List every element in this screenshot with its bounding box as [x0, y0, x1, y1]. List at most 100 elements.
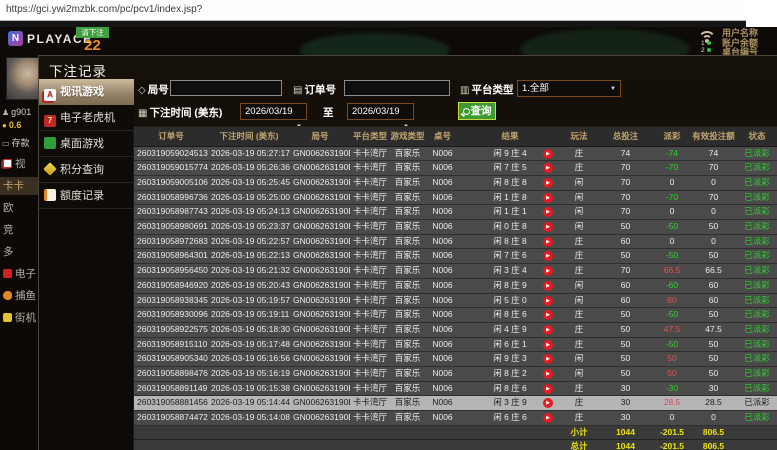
sidebar-item[interactable]: 视	[0, 155, 38, 173]
cell-status: 已派彩	[736, 366, 777, 382]
table-row[interactable]: 260319058964301 2026-03-19 05:22:13 GN0062…	[134, 248, 777, 265]
menu-item-积分查询[interactable]: 积分查询	[39, 157, 134, 183]
table-row[interactable]: 260319058987743 2026-03-19 05:24:13 GN0062…	[134, 204, 777, 221]
menu-item-额度记录[interactable]: 额度记录	[39, 183, 134, 209]
browser-address-bar[interactable]: https://gci.ywi2mzbk.com/pc/pcv1/index.j…	[0, 0, 777, 21]
table-row[interactable]: 260319058898476 2026-03-19 05:16:19 GN0062…	[134, 366, 777, 382]
table-icon	[44, 137, 56, 149]
table-row[interactable]: 260319059015774 2026-03-19 05:26:36 GN0062…	[134, 160, 777, 176]
cell-round-id: GN006263190BF	[290, 190, 350, 206]
cell-result: 闲 1 庄 1 ▶	[460, 204, 560, 221]
cell-table-no: N006	[425, 219, 460, 235]
table-row[interactable]: 260319058972683 2026-03-19 05:22:57 GN0062…	[134, 234, 777, 250]
round-number-input[interactable]	[170, 80, 282, 96]
replay-icon[interactable]: ▶	[543, 280, 553, 291]
table-row[interactable]: 260319058980691 2026-03-19 05:23:37 GN0062…	[134, 219, 777, 235]
cell-empty	[350, 439, 390, 450]
cell-play: 闲	[560, 190, 598, 206]
menu-item-桌面游戏[interactable]: 桌面游戏	[39, 131, 134, 157]
table-row[interactable]: 260319059005106 2026-03-19 05:25:45 GN0062…	[134, 175, 777, 191]
modal-content: ◇局号 ▤订单号 ▥平台类型 1.全部 ▦下注时间 (美东) 2026/03/1…	[133, 79, 777, 450]
cell-result: 闲 8 庄 9 ▶	[460, 278, 560, 294]
menu-item-视讯游戏[interactable]: A 视讯游戏	[39, 79, 142, 105]
search-button[interactable]: 查询	[458, 102, 496, 120]
sidebar-item[interactable]: 多	[0, 243, 38, 261]
fish-icon	[3, 291, 12, 300]
replay-icon[interactable]: ▶	[543, 192, 553, 203]
sidebar-item[interactable]: 卡卡	[0, 177, 38, 195]
order-number-input[interactable]	[344, 80, 450, 96]
deposit-button[interactable]: ▭ 存款	[2, 136, 30, 149]
sidebar-item[interactable]: 欧	[0, 199, 38, 217]
replay-icon[interactable]: ▶	[543, 148, 553, 159]
replay-icon[interactable]: ▶	[543, 324, 553, 335]
table-row[interactable]: 260319058930096 2026-03-19 05:19:11 GN0062…	[134, 307, 777, 323]
date-from-select[interactable]: 2026/03/19	[240, 103, 307, 120]
cell-total-bet: 70	[598, 175, 653, 191]
replay-icon[interactable]: ▶	[543, 413, 553, 424]
column-header: 桌号	[425, 127, 460, 147]
table-row[interactable]: 260319059024513 2026-03-19 05:27:17 GN0062…	[134, 146, 777, 162]
avatar[interactable]	[6, 57, 38, 100]
date-to-select[interactable]: 2026/03/19	[347, 103, 414, 120]
table-row[interactable]: 260319058891149 2026-03-19 05:15:38 GN0062…	[134, 381, 777, 397]
replay-icon[interactable]: ▶	[543, 295, 553, 306]
cell-result: 闲 7 庄 5 ▶	[460, 160, 560, 176]
cell-round-id: GN006263190B6	[290, 322, 350, 338]
cell-round-id: GN006263190B2	[290, 381, 350, 397]
cell-status: 已派彩	[736, 175, 777, 191]
replay-icon[interactable]: ▶	[543, 339, 553, 350]
sidebar-item[interactable]: 竞	[0, 221, 38, 239]
table-row[interactable]: 260319058915110 2026-03-19 05:17:48 GN0062…	[134, 337, 777, 353]
replay-icon[interactable]: ▶	[543, 207, 553, 218]
cell-valid-bet: 70	[691, 160, 736, 176]
cell-payout: -50	[653, 248, 691, 265]
replay-icon[interactable]: ▶	[543, 177, 553, 188]
table-row[interactable]: 260319058881456 2026-03-19 05:14:44 GN0062…	[134, 395, 777, 412]
sidebar-item[interactable]: 电子	[0, 265, 38, 283]
cell-bet-time: 2026-03-19 05:16:56	[208, 351, 290, 368]
modal-title: 下注记录	[49, 64, 107, 79]
table-row[interactable]: 260319058996736 2026-03-19 05:25:00 GN0062…	[134, 190, 777, 206]
menu-item-电子老虎机[interactable]: 7 电子老虎机	[39, 105, 134, 131]
cell-payout: -50	[653, 307, 691, 323]
cell-play: 闲	[560, 204, 598, 221]
cell-empty	[290, 425, 350, 440]
cell-empty	[208, 425, 290, 440]
replay-icon[interactable]: ▶	[543, 251, 553, 262]
cell-platform: 卡卡湾厅	[350, 322, 390, 338]
cell-bet-time: 2026-03-19 05:14:08	[208, 410, 290, 426]
replay-icon[interactable]: ▶	[543, 354, 553, 365]
cell-status: 已派彩	[736, 410, 777, 426]
replay-icon[interactable]: ▶	[543, 222, 553, 233]
cell-order-id: 260319058946920	[134, 278, 208, 294]
cell-play: 庄	[560, 263, 598, 279]
sidebar-item[interactable]: 街机	[0, 309, 38, 327]
cell-play: 庄	[560, 381, 598, 397]
cell-status: 已派彩	[736, 248, 777, 265]
replay-icon[interactable]: ▶	[543, 398, 553, 409]
cell-total-bet: 60	[598, 234, 653, 250]
replay-icon[interactable]: ▶	[543, 369, 553, 380]
table-row[interactable]: 260319058938345 2026-03-19 05:19:57 GN0062…	[134, 293, 777, 309]
replay-icon[interactable]: ▶	[543, 383, 553, 394]
cell-result: 闲 8 庄 6 ▶	[460, 307, 560, 323]
table-row[interactable]: 260319058922575 2026-03-19 05:18:30 GN0062…	[134, 322, 777, 338]
list-icon: ▥	[460, 85, 470, 96]
cell-table-no: N006	[425, 160, 460, 176]
cell-valid-bet: 50	[691, 248, 736, 265]
cell-play: 庄	[560, 395, 598, 412]
platform-type-select[interactable]: 1.全部	[517, 80, 621, 97]
stream-badge: 2	[701, 47, 711, 54]
table-row[interactable]: 260319058956450 2026-03-19 05:21:32 GN0062…	[134, 263, 777, 279]
table-row[interactable]: 260319058946920 2026-03-19 05:20:43 GN0062…	[134, 278, 777, 294]
table-row[interactable]: 260319058874472 2026-03-19 05:14:08 GN0062…	[134, 410, 777, 426]
sidebar-item[interactable]: 捕鱼	[0, 287, 38, 305]
user-icon: ♟	[2, 108, 10, 117]
replay-icon[interactable]: ▶	[543, 236, 553, 247]
table-row[interactable]: 260319058905340 2026-03-19 05:16:56 GN0062…	[134, 351, 777, 368]
replay-icon[interactable]: ▶	[543, 266, 553, 277]
replay-icon[interactable]: ▶	[543, 163, 553, 174]
replay-icon[interactable]: ▶	[543, 310, 553, 321]
cell-valid-bet: 60	[691, 278, 736, 294]
